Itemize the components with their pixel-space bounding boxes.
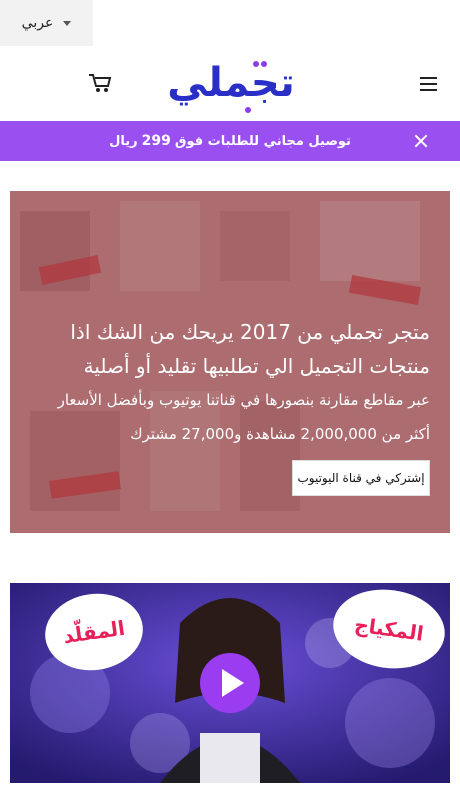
close-icon[interactable] <box>414 134 428 148</box>
banner-currency: ريال <box>109 133 138 149</box>
site-header: تجملي <box>0 46 460 121</box>
banner-text: توصيل مجاني للطلبات فوق <box>174 133 351 149</box>
announcement-bar: توصيل مجاني للطلبات فوق 299 ريال <box>0 121 460 161</box>
banner-amount: 299 <box>141 133 171 149</box>
hero-stats: أكثر من 2,000,000 مشاهدة و27,000 مشترك <box>130 425 430 443</box>
hero-subline: عبر مقاطع مقارنة بنصورها في قناتنا يوتيو… <box>57 391 430 409</box>
language-label: عربي <box>21 15 54 31</box>
youtube-subscribe-button[interactable]: إشتركي في قناة اليوتيوب <box>292 460 430 496</box>
hero-headline: متجر تجملي من 2017 يريحك من الشك اذا منت… <box>70 320 430 378</box>
language-selector[interactable]: عربي <box>0 0 93 46</box>
hero-section: متجر تجملي من 2017 يريحك من الشك اذا منت… <box>10 191 450 533</box>
video-section[interactable]: المقلّد المكياج <box>10 583 450 783</box>
caret-down-icon <box>63 20 72 26</box>
hero-text: متجر تجملي من 2017 يريحك من الشك اذا منت… <box>30 315 430 445</box>
cart-icon[interactable] <box>88 72 112 94</box>
hamburger-menu-icon[interactable] <box>420 77 437 91</box>
site-logo[interactable]: تجملي <box>158 52 304 118</box>
play-icon[interactable] <box>200 653 260 713</box>
logo-text: تجملي <box>167 60 294 106</box>
